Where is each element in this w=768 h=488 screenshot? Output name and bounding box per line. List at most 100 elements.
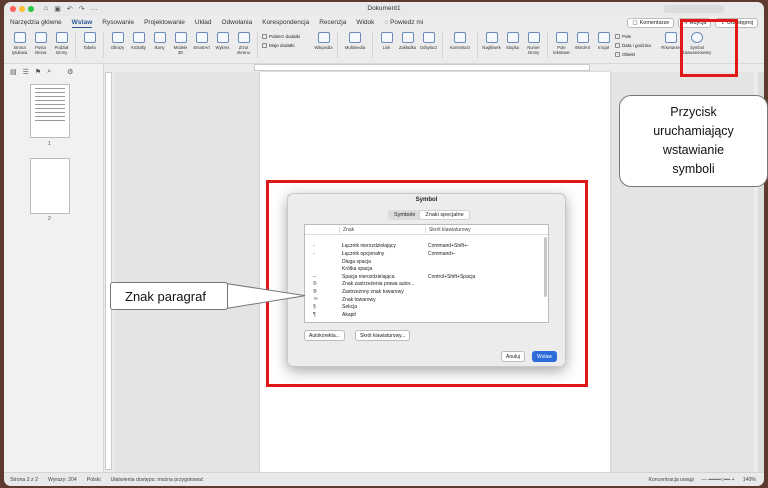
screenshot-button[interactable]: Zrzut ekranu bbox=[234, 32, 253, 55]
equation-button[interactable]: Równanie bbox=[661, 32, 680, 50]
tab-references[interactable]: Odwołania bbox=[222, 19, 253, 27]
pictures-button[interactable]: Obrazy bbox=[108, 32, 127, 50]
screenshot-icon bbox=[237, 32, 250, 43]
object-button[interactable]: Obiekt bbox=[615, 52, 659, 57]
table-scrollbar[interactable] bbox=[544, 237, 547, 297]
page-number-label: Numer strony bbox=[527, 45, 540, 55]
table-row[interactable]: - Łącznik nierozdzielający Command+Shift+- bbox=[305, 243, 548, 251]
bookmark-button[interactable]: Zakładka bbox=[398, 32, 417, 50]
field-button[interactable]: Pole bbox=[615, 34, 659, 39]
ribbon-insert: Strona tytułowa Pusta strona Podział str… bbox=[4, 30, 764, 64]
table-row[interactable]: ® Zastrzeżony znak towarowy bbox=[305, 288, 548, 296]
smartart-label: SmartArt bbox=[193, 45, 210, 50]
callout-paragraph-sign: Znak paragraf bbox=[110, 282, 228, 310]
object-icon bbox=[615, 52, 620, 57]
tab-symbols[interactable]: Symbole bbox=[389, 211, 420, 219]
tab-layout[interactable]: Układ bbox=[195, 19, 212, 27]
cover-page-button[interactable]: Strona tytułowa bbox=[10, 32, 29, 55]
textbox-icon bbox=[555, 32, 568, 43]
icons-button[interactable]: Ikony bbox=[150, 32, 169, 50]
vertical-ruler[interactable] bbox=[105, 72, 112, 470]
outline-icon[interactable]: ☰ bbox=[23, 68, 29, 76]
smartart-button[interactable]: SmartArt bbox=[192, 32, 211, 50]
comments-button[interactable]: ▢ Komentarze bbox=[627, 18, 675, 28]
media-button[interactable]: Multimedia bbox=[342, 32, 368, 50]
thumbnail-number: 2 bbox=[48, 216, 51, 222]
table-row[interactable]: © Znak zastrzeżenia prawa autor... bbox=[305, 281, 548, 289]
calendar-icon bbox=[615, 43, 620, 48]
chart-icon bbox=[216, 32, 229, 43]
tab-design[interactable]: Projektowanie bbox=[144, 19, 185, 27]
blank-page-button[interactable]: Pusta strona bbox=[31, 32, 50, 55]
header-character[interactable]: Znak bbox=[339, 226, 425, 233]
tab-insert[interactable]: Wstaw bbox=[71, 19, 93, 28]
table-row[interactable]: - Łącznik opcjonalny Command+- bbox=[305, 250, 548, 258]
page-thumbnail-2[interactable] bbox=[30, 158, 70, 214]
table-row[interactable] bbox=[305, 235, 548, 243]
focus-button[interactable]: Koncentracja uwagi bbox=[648, 477, 693, 483]
row-character-name: Sekcja bbox=[342, 304, 358, 311]
zoom-level[interactable]: 140% bbox=[743, 477, 756, 483]
cross-reference-button[interactable]: Odsyłacz bbox=[419, 32, 438, 50]
table-row[interactable]: § Sekcja bbox=[305, 303, 548, 311]
word-count[interactable]: Wyrazy: 204 bbox=[48, 477, 77, 483]
tab-tell-me[interactable]: ◌ Powiedz mi bbox=[384, 19, 423, 27]
table-button[interactable]: Tabela bbox=[80, 32, 99, 50]
datetime-button[interactable]: Data i godzina bbox=[615, 43, 659, 48]
thumb-text-line bbox=[35, 116, 65, 117]
wikipedia-button[interactable]: Wikipedia bbox=[314, 32, 333, 50]
horizontal-ruler[interactable] bbox=[254, 64, 590, 71]
textbox-button[interactable]: Pole tekstowe bbox=[552, 32, 571, 55]
title-search-field[interactable] bbox=[664, 5, 724, 13]
page-number-button[interactable]: Numer strony bbox=[524, 32, 543, 55]
gear-icon[interactable]: ⚙ bbox=[67, 68, 73, 76]
wordart-button[interactable]: WordArt bbox=[573, 32, 592, 50]
table-row[interactable]: – Spacja nierozdzielająca Control+Shift+Sp… bbox=[305, 273, 548, 281]
link-button[interactable]: Link bbox=[377, 32, 396, 50]
page-count[interactable]: Strona 2 z 2 bbox=[10, 477, 38, 483]
autocorrect-button[interactable]: Autokorekta... bbox=[304, 330, 345, 341]
3d-models-button[interactable]: Modele 3D bbox=[171, 32, 190, 55]
footer-button[interactable]: Stopka bbox=[503, 32, 522, 50]
chart-button[interactable]: Wykres bbox=[213, 32, 232, 50]
table-row[interactable]: Krótka spacja bbox=[305, 265, 548, 273]
table-row[interactable]: ¶ Akapit bbox=[305, 311, 548, 319]
table-row[interactable]: Długa spacja bbox=[305, 258, 548, 266]
keyboard-shortcut-button[interactable]: Skrót klawiaturowy... bbox=[355, 330, 411, 341]
language[interactable]: Polski bbox=[87, 477, 101, 483]
search-icon[interactable]: ⌕ bbox=[47, 68, 51, 76]
insert-button[interactable]: Wstaw bbox=[532, 351, 557, 362]
thumbnail-number: 1 bbox=[48, 141, 51, 147]
3d-models-label: Modele 3D bbox=[173, 45, 188, 55]
drop-cap-button[interactable]: Inicjał bbox=[594, 32, 613, 50]
zoom-slider[interactable]: — ━━━━○━━ + bbox=[702, 477, 735, 483]
accessibility-status[interactable]: Ułatwienia dostępu: można przygotować bbox=[111, 477, 204, 483]
status-right: Koncentracja uwagi — ━━━━○━━ + 140% bbox=[648, 477, 764, 483]
table-label: Tabela bbox=[83, 45, 96, 50]
table-row[interactable]: ™ Znak towarowy bbox=[305, 296, 548, 304]
get-addins-button[interactable]: Pobierz dodatki bbox=[262, 34, 312, 39]
tab-review[interactable]: Recenzja bbox=[319, 19, 346, 27]
tab-view[interactable]: Widok bbox=[356, 19, 374, 27]
header-shortcut[interactable]: Skrót klawiaturowy bbox=[425, 226, 535, 233]
tab-draw[interactable]: Rysowanie bbox=[102, 19, 134, 27]
page-thumbnail-1[interactable] bbox=[30, 84, 70, 138]
cancel-button[interactable]: Anuluj bbox=[501, 351, 525, 362]
tab-special-characters[interactable]: Znaki specjalne bbox=[420, 211, 469, 219]
object-label: Obiekt bbox=[622, 52, 636, 57]
page-break-button[interactable]: Podział strony bbox=[52, 32, 71, 55]
screenshot-label: Zrzut ekranu bbox=[237, 45, 250, 55]
row-glyph: ® bbox=[313, 288, 317, 295]
my-addins-button[interactable]: Moje dodatki bbox=[262, 43, 312, 48]
shapes-button[interactable]: Kształty bbox=[129, 32, 148, 50]
comment-button[interactable]: Komentarz bbox=[447, 32, 473, 50]
thumbnails-icon[interactable]: ▤ bbox=[10, 68, 17, 76]
row-character-name: Znak towarowy bbox=[342, 296, 376, 303]
header-button[interactable]: Nagłówek bbox=[482, 32, 501, 50]
tab-home[interactable]: Narzędzia główne bbox=[10, 19, 62, 27]
link-icon bbox=[380, 32, 393, 43]
tab-mailings[interactable]: Korespondencja bbox=[262, 19, 309, 27]
ribbon-separator bbox=[257, 32, 258, 58]
ribbon-separator bbox=[547, 32, 548, 58]
bookmarks-icon[interactable]: ⚑ bbox=[35, 68, 41, 76]
